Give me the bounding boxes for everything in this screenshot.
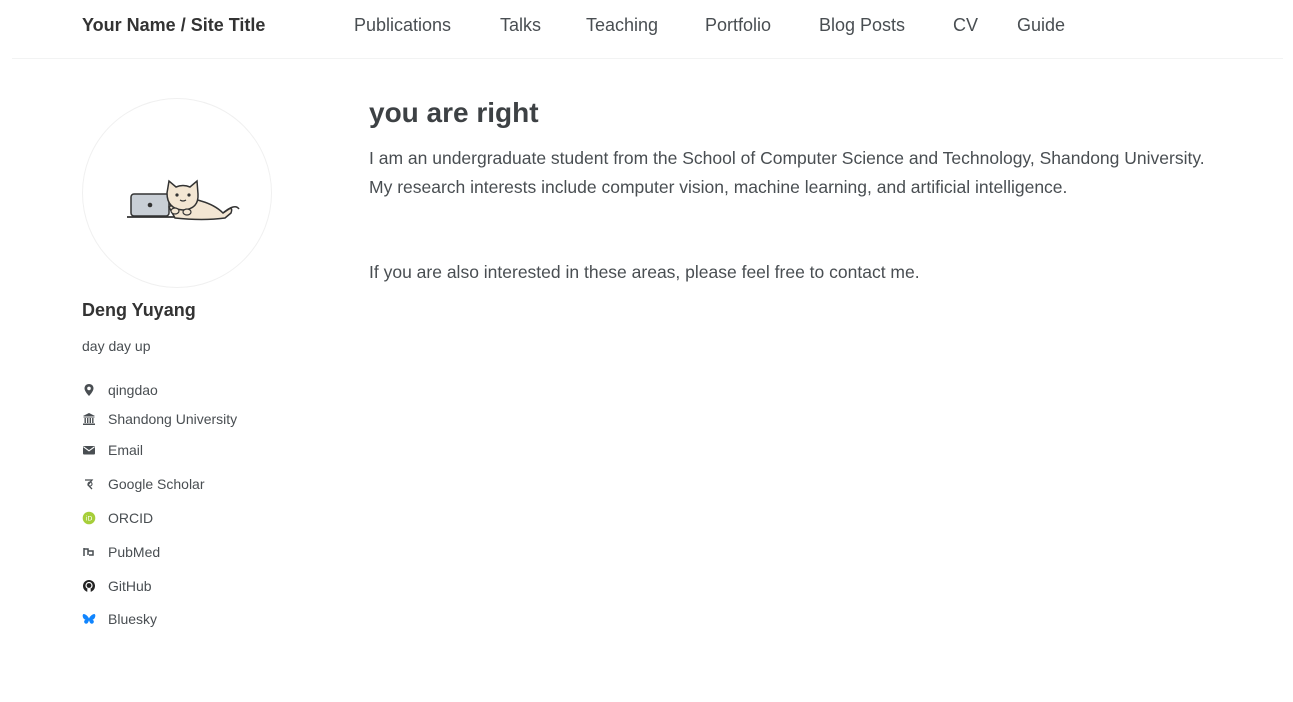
google-scholar-link[interactable]: Google Scholar [82,474,205,494]
masthead-divider [12,58,1283,59]
google-scholar-label: Google Scholar [108,476,205,492]
nav-publications[interactable]: Publications [354,15,451,36]
bluesky-butterfly-icon [82,612,96,626]
nav-blog-posts[interactable]: Blog Posts [819,15,905,36]
author-name: Deng Yuyang [82,300,196,320]
github-label: GitHub [108,578,152,594]
github-icon [82,579,96,593]
contact-paragraph: If you are also interested in these area… [369,262,920,282]
email-label: Email [108,442,144,458]
nav-guide[interactable]: Guide [1017,15,1065,36]
nav-talks[interactable]: Talks [500,15,541,36]
graduation-cap-icon [82,477,96,491]
nav-cv[interactable]: CV [953,15,978,36]
bluesky-label: Bluesky [108,611,158,627]
cat-with-laptop-illustration [127,179,240,221]
page-title: you are right [369,97,539,128]
intro-paragraph: I am an undergraduate student from the S… [369,148,1205,197]
institution-label: Shandong University [108,411,238,427]
orcid-icon: iD [82,511,96,525]
masthead: Your Name / Site Title Publications Talk… [0,0,1293,58]
nav-portfolio[interactable]: Portfolio [705,15,771,36]
location-link: qingdao [82,380,158,400]
nav-teaching[interactable]: Teaching [586,15,658,36]
institution-link[interactable]: Shandong University [82,409,237,429]
orcid-link[interactable]: iD ORCID [82,508,153,528]
email-link[interactable]: Email [82,440,143,460]
envelope-icon [82,443,96,457]
university-icon [82,412,96,426]
bluesky-link[interactable]: Bluesky [82,609,157,629]
map-marker-icon [82,383,96,397]
pubmed-icon [82,545,96,559]
location-label: qingdao [108,382,158,398]
pubmed-link[interactable]: PubMed [82,542,160,562]
svg-text:iD: iD [86,515,93,523]
author-bio: day day up [82,338,151,354]
site-title-link[interactable]: Your Name / Site Title [82,15,265,36]
github-link[interactable]: GitHub [82,576,152,596]
pubmed-label: PubMed [108,544,161,560]
orcid-label: ORCID [108,510,154,526]
avatar [82,98,272,288]
